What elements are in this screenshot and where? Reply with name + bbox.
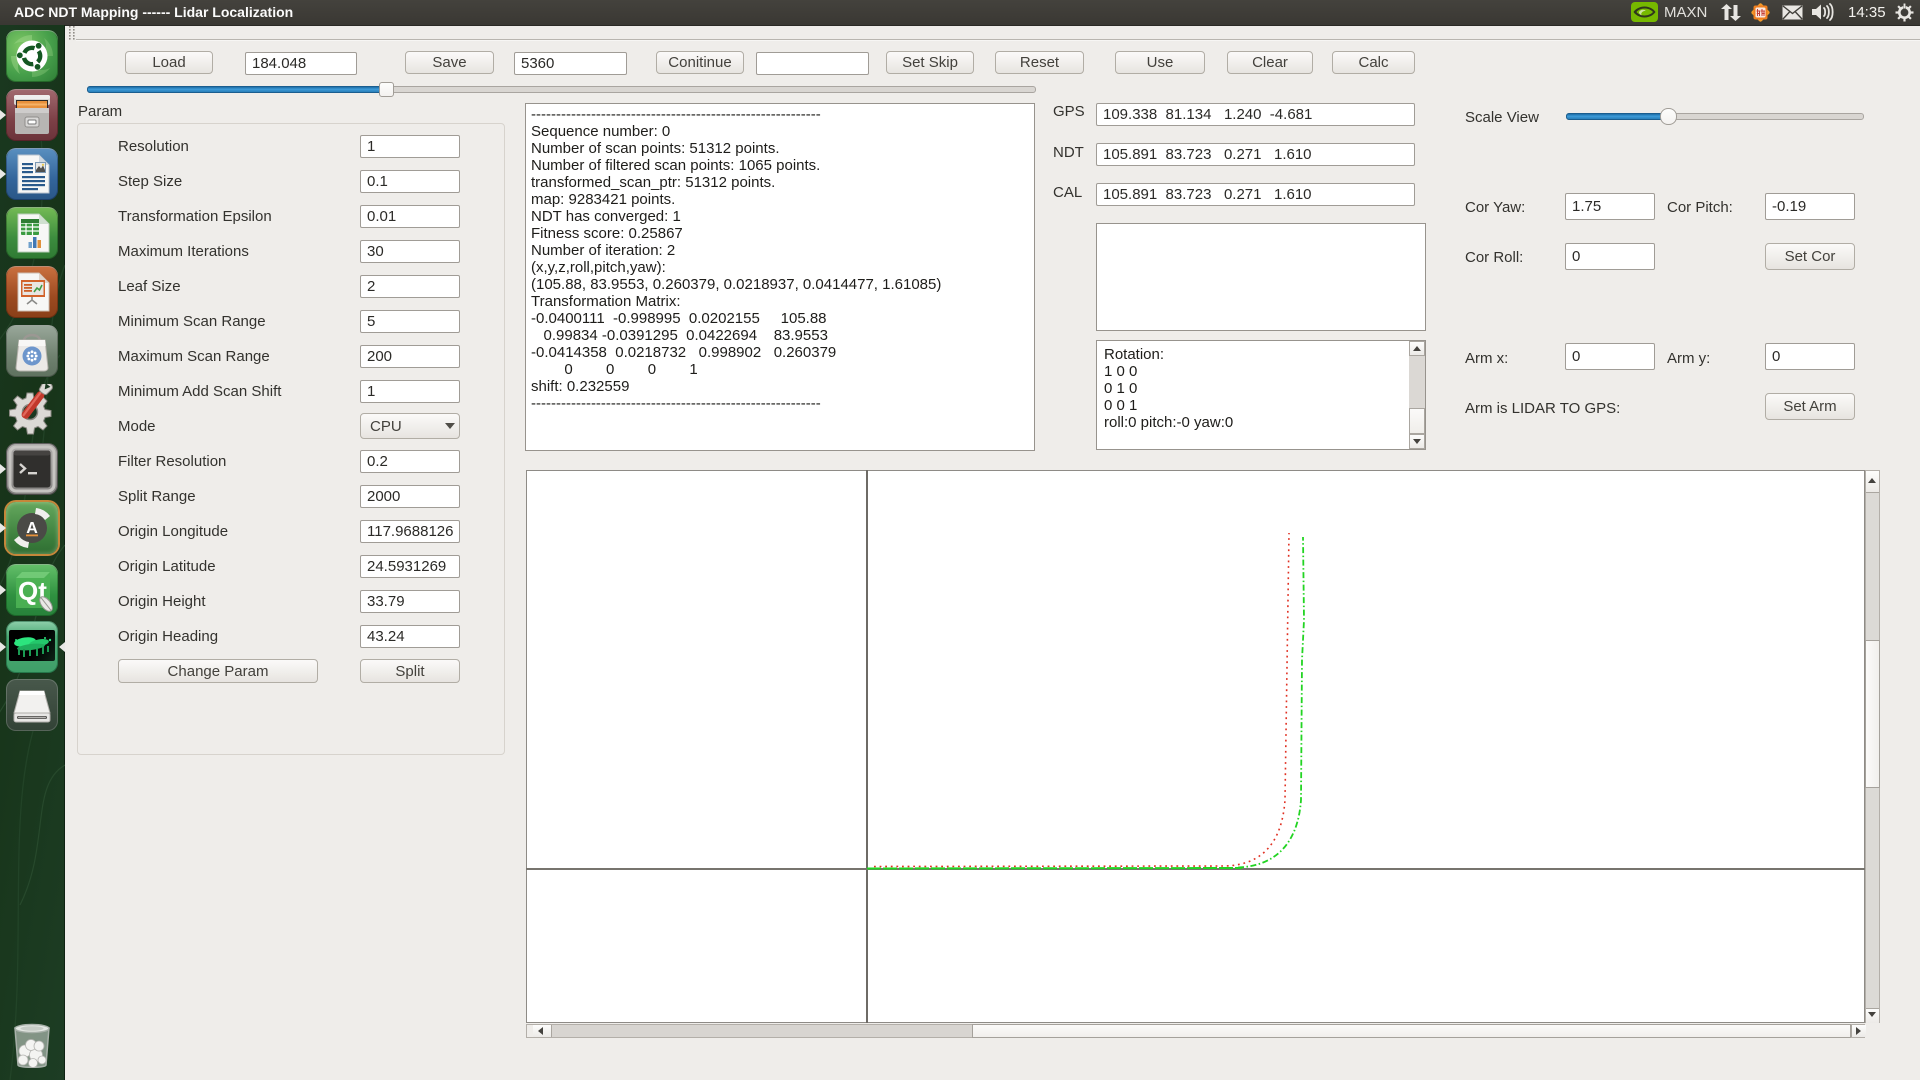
svg-text:A: A xyxy=(26,520,38,537)
